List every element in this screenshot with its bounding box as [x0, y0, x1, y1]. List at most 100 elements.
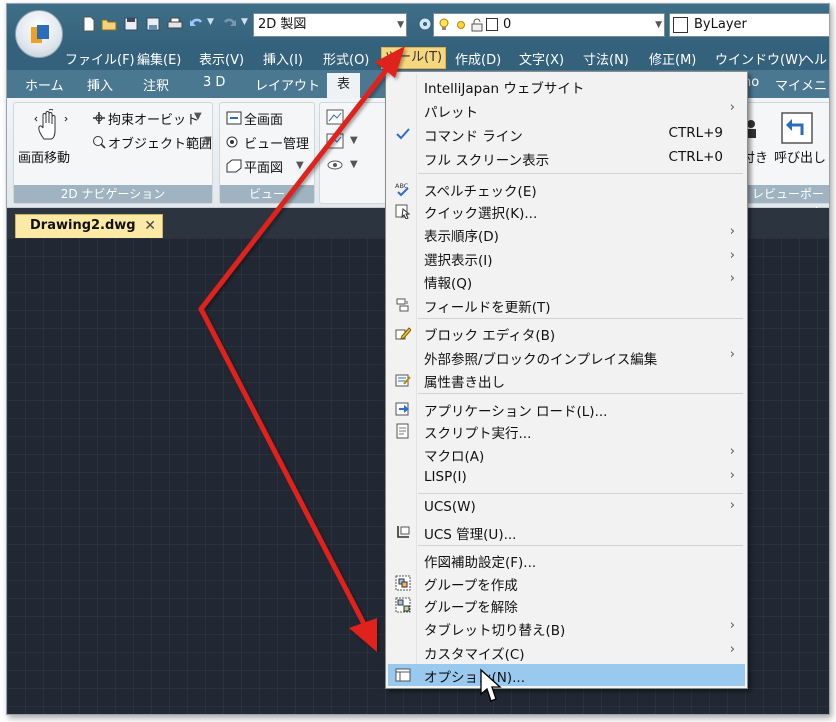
chevron-down-icon[interactable]: ▼ — [204, 135, 212, 146]
pan-label[interactable]: 画面移動 — [18, 147, 70, 166]
extents-label[interactable]: オブジェクト範囲 — [108, 133, 212, 152]
menu-item-attribute-extract[interactable]: 属性書き出し — [388, 369, 745, 391]
menu-item-drafting-settings[interactable]: 作図補助設定(F)... — [388, 549, 745, 571]
menu-item-app-load[interactable]: アプリケーション ロード(L)... — [388, 398, 745, 420]
menu-item-options[interactable]: オプション(N)... — [388, 664, 745, 686]
menu-item-lisp[interactable]: LISP(I) › — [388, 467, 745, 489]
layer-properties-icon[interactable] — [417, 16, 433, 32]
open-folder-icon[interactable] — [101, 16, 117, 32]
panel-2d-navigation: 画面移動 拘束オービット ▼ オブジェクト範囲 ▼ 2D ナビゲーション — [13, 102, 213, 204]
color-combo[interactable]: ByLayer — [669, 13, 829, 37]
layer-combo[interactable]: 0 ▼ — [433, 13, 665, 37]
menu-item-quick-select[interactable]: クイック選択(K)... — [388, 200, 745, 222]
close-icon[interactable]: ✕ — [144, 215, 156, 237]
menu-item-website[interactable]: IntelliJapan ウェブサイト — [388, 75, 745, 97]
block-editor-icon — [395, 327, 411, 340]
menu-item-refedit[interactable]: 外部参照/ブロックのインプレイス編集 › — [388, 346, 745, 368]
chevron-right-icon: › — [729, 248, 735, 263]
tab-annotate[interactable]: 注釈 — [143, 75, 169, 94]
menu-text[interactable]: 文字(X) — [519, 49, 564, 68]
menu-item-inquiry[interactable]: 情報(Q) › — [388, 270, 745, 292]
menu-separator — [418, 173, 743, 174]
chevron-down-icon[interactable]: ▼ — [194, 111, 202, 122]
menu-tools[interactable]: ツール(T) — [381, 47, 447, 69]
application-menu-button[interactable] — [15, 10, 63, 58]
plan-view-label[interactable]: 平面図 — [244, 157, 283, 176]
view-manager-label[interactable]: ビュー管理 — [244, 133, 309, 152]
menu-file[interactable]: ファイル(F) — [65, 49, 135, 68]
menu-item-palette[interactable]: パレット › — [388, 99, 745, 121]
menu-item-label: 選択表示(I) — [424, 253, 493, 269]
undo-icon[interactable] — [189, 16, 205, 32]
plan-view-icon — [226, 159, 242, 173]
menu-edit[interactable]: 編集(E) — [137, 49, 181, 68]
save-as-icon[interactable] — [145, 16, 161, 32]
orbit-label[interactable]: 拘束オービット — [108, 109, 199, 128]
menu-item-label: パレット — [424, 105, 478, 121]
panel-title: ビュー — [220, 185, 314, 203]
quick-access-toolbar: ▼ ▼ 2D 製図 ▼ 0 ▼ ByLayer — [7, 4, 829, 58]
menu-item-ucs[interactable]: UCS(W) › — [388, 497, 745, 519]
cad-window: ▼ ▼ 2D 製図 ▼ 0 ▼ ByLayer ファイル(F) 編集(E) 表示… — [6, 3, 830, 715]
attribute-extract-icon — [395, 374, 411, 387]
menu-item-label: スクリプト実行... — [424, 426, 532, 442]
redo-icon[interactable] — [221, 16, 237, 32]
options-icon — [395, 668, 411, 682]
menu-item-tablet[interactable]: タブレット切り替え(B) › — [388, 617, 745, 639]
menu-item-label: カスタマイズ(C) — [424, 647, 525, 663]
menu-item-update-fields[interactable]: フィールドを更新(T) — [388, 294, 745, 316]
menu-item-macro[interactable]: マクロ(A) › — [388, 443, 745, 465]
menu-item-label: スペルチェック(E) — [424, 184, 537, 200]
tab-3d[interactable]: 3 D — [203, 75, 225, 90]
menu-item-block-editor[interactable]: ブロック エディタ(B) — [388, 322, 745, 344]
tab-home[interactable]: ホーム — [25, 75, 64, 94]
group-create-icon — [395, 575, 411, 591]
menu-dimension[interactable]: 寸法(N) — [583, 49, 629, 68]
menu-item-command-line[interactable]: コマンド ライン CTRL+9 — [388, 123, 745, 145]
menu-item-ungroup[interactable]: グループを解除 — [388, 594, 745, 616]
menu-separator — [418, 493, 743, 494]
menu-item-label: フル スクリーン表示 — [424, 153, 550, 169]
menu-format[interactable]: 形式(O) — [323, 49, 369, 68]
menu-item-isolate[interactable]: 選択表示(I) › — [388, 247, 745, 269]
menu-item-label: マクロ(A) — [424, 449, 485, 465]
menu-separator — [418, 318, 743, 319]
menu-insert[interactable]: 挿入(I) — [263, 49, 303, 68]
save-icon[interactable] — [123, 16, 139, 32]
menu-view[interactable]: 表示(V) — [199, 49, 244, 68]
tab-layout[interactable]: レイアウト — [255, 75, 320, 94]
print-icon[interactable] — [167, 16, 183, 32]
ucs-manager-icon — [397, 526, 410, 538]
menu-item-ucs-manager[interactable]: UCS 管理(U)... — [388, 521, 745, 543]
menu-item-label: IntelliJapan ウェブサイト — [424, 81, 585, 97]
new-file-icon[interactable] — [81, 16, 97, 32]
chevron-down-icon[interactable]: ▼ — [296, 160, 304, 171]
tab-my-menu[interactable]: マイメニュ — [775, 75, 829, 94]
menu-item-spellcheck[interactable]: ABC スペルチェック(E) — [388, 178, 745, 200]
zoom-extents-icon — [93, 136, 106, 149]
tab-view[interactable]: 表 — [327, 73, 361, 98]
chevron-down-icon[interactable]: ▼ — [350, 159, 358, 170]
menu-item-label: 外部参照/ブロックのインプレイス編集 — [424, 352, 658, 368]
chevron-right-icon: › — [729, 642, 735, 657]
menu-item-customize[interactable]: カスタマイズ(C) › — [388, 641, 745, 663]
menu-item-fullscreen[interactable]: フル スクリーン表示 CTRL+0 — [388, 147, 745, 169]
menu-item-run-script[interactable]: スクリプト実行... — [388, 420, 745, 442]
menu-modify[interactable]: 修正(M) — [649, 49, 696, 68]
menu-item-group-create[interactable]: グループを作成 — [388, 572, 745, 594]
menu-draw[interactable]: 作成(D) — [455, 49, 501, 68]
menu-window[interactable]: ウインドウ(W) — [715, 49, 803, 68]
app-logo-icon — [31, 25, 49, 43]
pan-hand-icon — [34, 109, 68, 140]
viewport-label-2[interactable]: 呼び出し — [774, 147, 826, 166]
menu-help[interactable]: ヘル — [801, 49, 827, 68]
group-ungroup-icon — [395, 597, 411, 613]
menu-item-draw-order[interactable]: 表示順序(D) › — [388, 223, 745, 245]
chevron-right-icon: › — [729, 498, 735, 513]
workspace-combo[interactable]: 2D 製図 ▼ — [253, 13, 407, 37]
document-tab[interactable]: Drawing2.dwg ✕ — [15, 214, 163, 238]
chevron-down-icon[interactable]: ▼ — [350, 135, 358, 146]
tab-insert[interactable]: 挿入 — [87, 75, 113, 94]
zoom-all-label[interactable]: 全画面 — [244, 109, 283, 128]
visual-style-icon — [326, 109, 344, 125]
